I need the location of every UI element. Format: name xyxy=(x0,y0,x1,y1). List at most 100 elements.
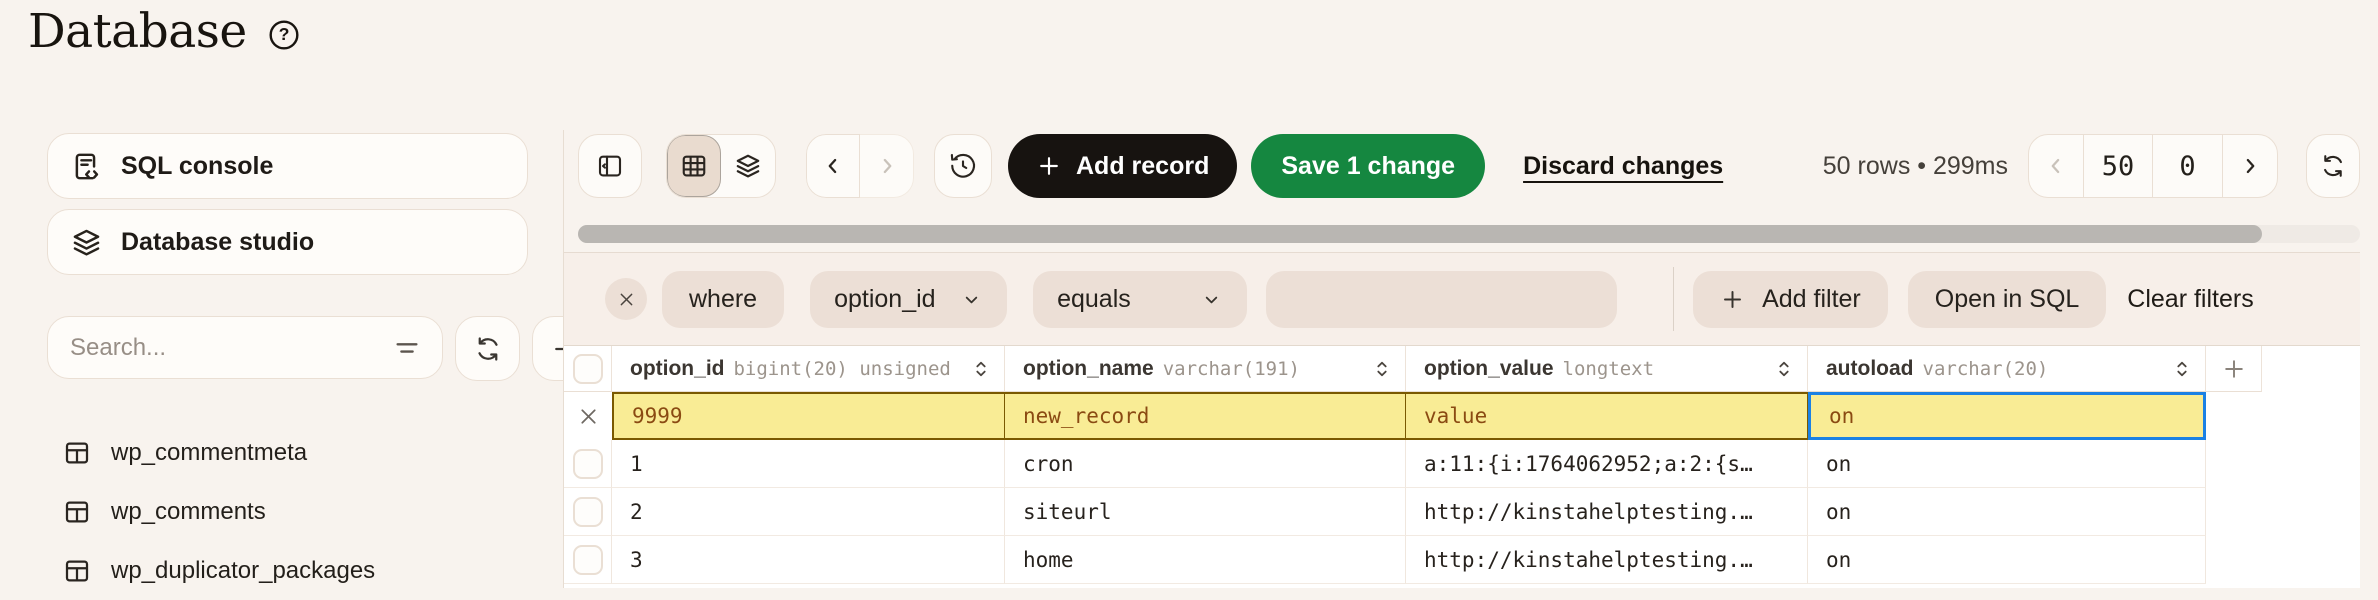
cell-option-name[interactable]: siteurl xyxy=(1005,488,1406,536)
filter-conjunction[interactable]: where xyxy=(662,270,785,328)
column-header-option-value[interactable]: option_value longtext xyxy=(1406,346,1808,392)
refresh-data-button[interactable] xyxy=(2306,134,2360,198)
add-filter-label: Add filter xyxy=(1762,284,1861,313)
filter-lines-icon[interactable] xyxy=(392,333,422,363)
select-all-checkbox[interactable] xyxy=(572,353,603,384)
cell-option-id[interactable]: 9999 xyxy=(612,392,1005,440)
sort-icon[interactable] xyxy=(1369,356,1395,382)
help-icon[interactable]: ? xyxy=(267,18,301,52)
view-mode-structure[interactable] xyxy=(721,135,775,197)
column-header-option-name[interactable]: option_name varchar(191) xyxy=(1005,346,1406,392)
row-select-cell[interactable] xyxy=(564,488,612,536)
table-row-new: 9999 new_record value on xyxy=(564,392,2360,440)
page-offset-input[interactable]: 0 xyxy=(2153,135,2223,197)
filter-column-select[interactable]: option_id xyxy=(810,270,1008,328)
add-record-button[interactable]: Add record xyxy=(1008,134,1238,198)
cell-option-name[interactable]: home xyxy=(1005,536,1406,584)
column-header-option-id[interactable]: option_id bigint(20) unsigned xyxy=(612,346,1005,392)
filter-operator-value: equals xyxy=(1057,284,1131,313)
grid-view-icon xyxy=(679,151,709,181)
row-checkbox[interactable] xyxy=(572,448,603,479)
add-filter-button[interactable]: Add filter xyxy=(1693,270,1888,328)
sort-icon[interactable] xyxy=(1771,356,1797,382)
cell-option-id[interactable]: 3 xyxy=(612,536,1005,584)
sidebar-item-label: SQL console xyxy=(121,151,274,180)
svg-text:?: ? xyxy=(278,24,289,44)
cell-spacer xyxy=(2262,488,2360,536)
column-type: varchar(20) xyxy=(1922,357,2049,380)
cell-spacer xyxy=(2262,536,2360,584)
sql-console-icon xyxy=(70,150,103,183)
column-type: longtext xyxy=(1562,357,1655,380)
forward-button[interactable] xyxy=(860,134,914,198)
collapse-sidebar-button[interactable] xyxy=(578,134,642,198)
sidebar-item-database-studio[interactable]: Database studio xyxy=(47,209,528,275)
sidebar-item-sql-console[interactable]: SQL console xyxy=(47,133,528,199)
page-limit-input[interactable]: 50 xyxy=(2083,135,2153,197)
toolbar: Add record Save 1 change Discard changes… xyxy=(578,133,2360,199)
remove-filter-button[interactable] xyxy=(605,278,647,320)
view-mode-switcher xyxy=(666,134,776,198)
cell-option-value[interactable]: http://kinstahelptesting.… xyxy=(1406,488,1808,536)
row-checkbox[interactable] xyxy=(572,544,603,575)
filter-value-input[interactable] xyxy=(1266,270,1618,328)
layers-icon xyxy=(70,226,103,259)
cell-autoload[interactable]: on xyxy=(1808,440,2206,488)
table-row: 3 home http://kinstahelptesting.… on xyxy=(564,536,2360,584)
refresh-tables-button[interactable] xyxy=(455,316,520,381)
table-list-item-wp-comments[interactable]: wp_comments xyxy=(47,482,528,541)
view-mode-grid[interactable] xyxy=(667,135,721,197)
cell-autoload[interactable]: on xyxy=(1808,488,2206,536)
select-all-cell[interactable] xyxy=(564,346,612,392)
clear-filters-button[interactable]: Clear filters xyxy=(2127,285,2253,314)
table-list-item-wp-commentmeta[interactable]: wp_commentmeta xyxy=(47,423,528,482)
sort-icon[interactable] xyxy=(968,356,994,382)
cell-autoload-selected[interactable]: on xyxy=(1808,392,2206,440)
plus-icon xyxy=(1036,153,1062,179)
save-changes-button[interactable]: Save 1 change xyxy=(1251,134,1486,198)
discard-row-button[interactable] xyxy=(564,392,612,440)
discard-changes-link[interactable]: Discard changes xyxy=(1523,152,1723,181)
search-box[interactable] xyxy=(47,316,443,379)
horizontal-scrollbar-track[interactable] xyxy=(578,225,2360,243)
main-panel: Add record Save 1 change Discard changes… xyxy=(564,133,2378,588)
plus-icon xyxy=(2221,356,2247,382)
add-column-button[interactable] xyxy=(2206,346,2262,392)
cell-spacer xyxy=(2206,488,2262,536)
open-in-sql-button[interactable]: Open in SQL xyxy=(1907,270,2107,328)
cell-spacer xyxy=(2262,392,2360,440)
table-row: 2 siteurl http://kinstahelptesting.… on xyxy=(564,488,2360,536)
cell-option-value[interactable]: http://kinstahelptesting.… xyxy=(1406,536,1808,584)
chevron-left-icon xyxy=(820,153,846,179)
cell-option-id[interactable]: 2 xyxy=(612,488,1005,536)
cell-option-name[interactable]: new_record xyxy=(1005,392,1406,440)
row-select-cell[interactable] xyxy=(564,536,612,584)
column-name: option_value xyxy=(1424,356,1554,380)
filter-divider xyxy=(1673,267,1675,331)
history-nav-group xyxy=(806,134,914,198)
filter-operator-select[interactable]: equals xyxy=(1033,270,1248,328)
history-button[interactable] xyxy=(934,134,992,198)
cell-spacer xyxy=(2206,440,2262,488)
cell-option-value[interactable]: a:11:{i:1764062952;a:2:{s… xyxy=(1406,440,1808,488)
table-icon xyxy=(62,497,92,527)
column-header-autoload[interactable]: autoload varchar(20) xyxy=(1808,346,2206,392)
prev-page-button[interactable] xyxy=(2029,135,2083,197)
table-list-label: wp_comments xyxy=(111,497,266,525)
column-name: option_name xyxy=(1023,356,1154,380)
back-button[interactable] xyxy=(806,134,860,198)
cell-option-id[interactable]: 1 xyxy=(612,440,1005,488)
row-select-cell[interactable] xyxy=(564,440,612,488)
cell-option-value[interactable]: value xyxy=(1406,392,1808,440)
sort-icon[interactable] xyxy=(2169,356,2195,382)
chevron-down-icon xyxy=(1200,288,1223,311)
table-list-item-wp-duplicator-packages[interactable]: wp_duplicator_packages xyxy=(47,541,528,600)
cell-spacer xyxy=(2206,392,2262,440)
horizontal-scrollbar-thumb[interactable] xyxy=(578,225,2262,243)
row-checkbox[interactable] xyxy=(572,496,603,527)
next-page-button[interactable] xyxy=(2223,135,2277,197)
cell-autoload[interactable]: on xyxy=(1808,536,2206,584)
column-name: option_id xyxy=(630,356,725,380)
cell-option-name[interactable]: cron xyxy=(1005,440,1406,488)
search-input[interactable] xyxy=(68,332,382,363)
